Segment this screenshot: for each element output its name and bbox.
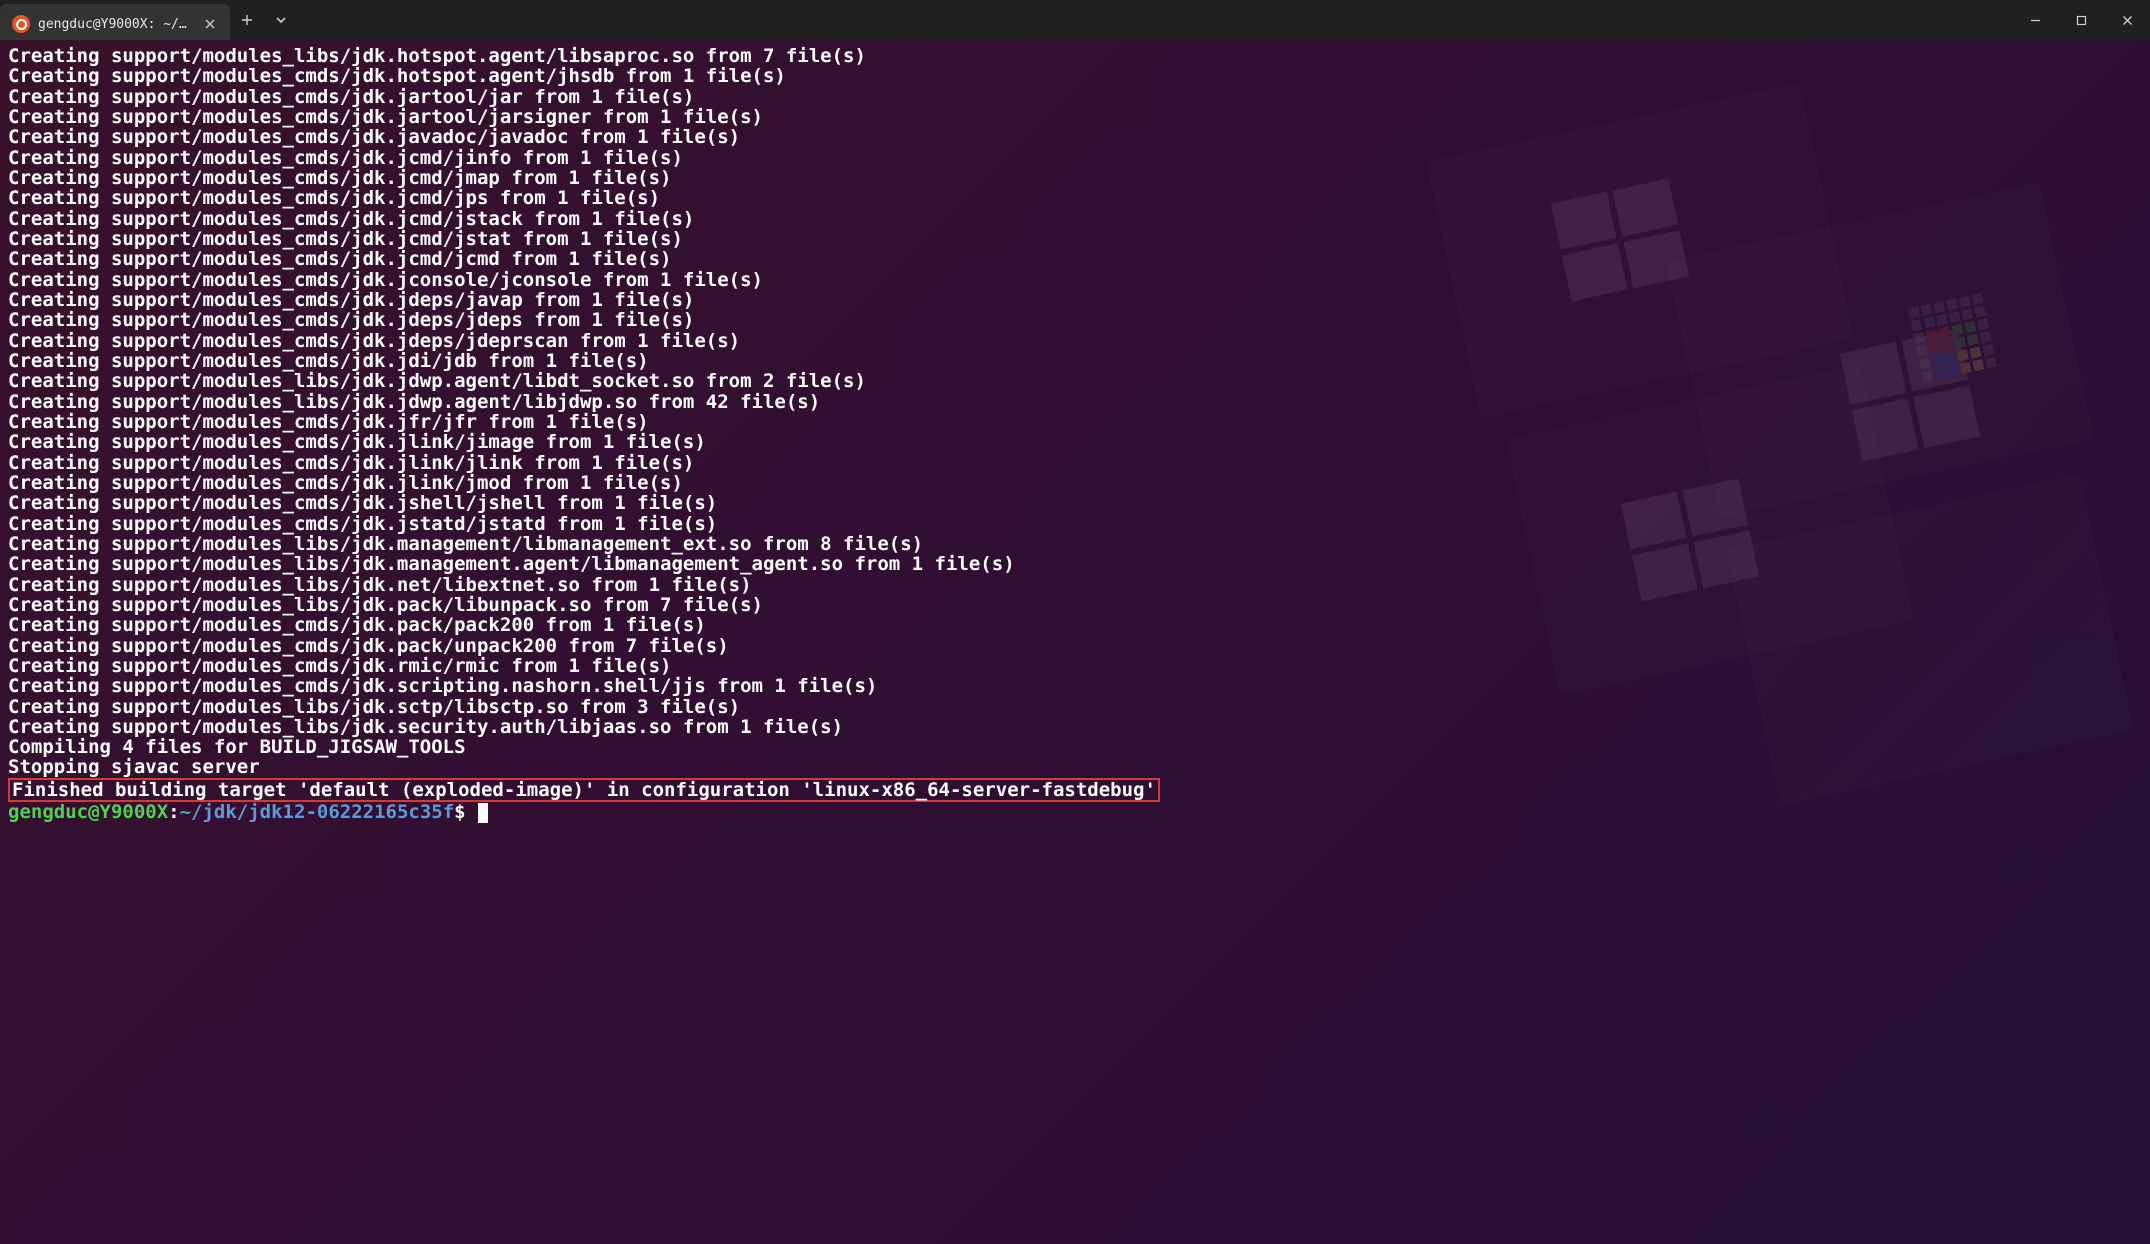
terminal-line: Creating support/modules_libs/jdk.sctp/l… xyxy=(8,697,2142,717)
terminal-line: Creating support/modules_cmds/jdk.jlink/… xyxy=(8,473,2142,493)
minimize-button[interactable] xyxy=(2012,0,2058,40)
terminal-line-highlight: Finished building target 'default (explo… xyxy=(8,778,2142,803)
terminal-line: Creating support/modules_libs/jdk.net/li… xyxy=(8,575,2142,595)
terminal-line: Creating support/modules_libs/jdk.securi… xyxy=(8,717,2142,737)
ubuntu-icon xyxy=(12,15,30,33)
terminal-line: Creating support/modules_libs/jdk.manage… xyxy=(8,534,2142,554)
terminal-line: Creating support/modules_cmds/jdk.javado… xyxy=(8,127,2142,147)
terminal-line: Creating support/modules_cmds/jdk.script… xyxy=(8,676,2142,696)
terminal-line: Creating support/modules_cmds/jdk.jdeps/… xyxy=(8,290,2142,310)
tab-title: gengduc@Y9000X: ~/jdk/jdk1 xyxy=(38,17,194,32)
prompt-path: ~/jdk/jdk12-06222165c35f xyxy=(180,801,455,823)
terminal-line: Creating support/modules_cmds/jdk.jcmd/j… xyxy=(8,168,2142,188)
terminal-line: Creating support/modules_libs/jdk.jdwp.a… xyxy=(8,392,2142,412)
terminal-line: Creating support/modules_cmds/jdk.rmic/r… xyxy=(8,656,2142,676)
terminal-line: Creating support/modules_libs/jdk.hotspo… xyxy=(8,46,2142,66)
terminal-output: Creating support/modules_libs/jdk.hotspo… xyxy=(8,46,2142,823)
terminal-line: Creating support/modules_libs/jdk.manage… xyxy=(8,554,2142,574)
tab-active[interactable]: gengduc@Y9000X: ~/jdk/jdk1 xyxy=(0,4,230,44)
terminal-line: Creating support/modules_cmds/jdk.pack/u… xyxy=(8,636,2142,656)
terminal-line: Creating support/modules_cmds/jdk.hotspo… xyxy=(8,66,2142,86)
terminal-line: Creating support/modules_libs/jdk.pack/l… xyxy=(8,595,2142,615)
terminal-line: Stopping sjavac server xyxy=(8,757,2142,777)
terminal-viewport[interactable]: Creating support/modules_libs/jdk.hotspo… xyxy=(0,40,2150,1244)
prompt-user-host: gengduc@Y9000X xyxy=(8,801,168,823)
titlebar: gengduc@Y9000X: ~/jdk/jdk1 xyxy=(0,0,2150,40)
terminal-line: Compiling 4 files for BUILD_JIGSAW_TOOLS xyxy=(8,737,2142,757)
terminal-line: Creating support/modules_cmds/jdk.jcmd/j… xyxy=(8,249,2142,269)
tab-strip: gengduc@Y9000X: ~/jdk/jdk1 xyxy=(0,0,298,40)
terminal-cursor xyxy=(478,803,488,823)
terminal-window: gengduc@Y9000X: ~/jdk/jdk1 xyxy=(0,0,2150,1244)
close-window-button[interactable] xyxy=(2104,0,2150,40)
terminal-line: Creating support/modules_cmds/jdk.jfr/jf… xyxy=(8,412,2142,432)
terminal-line: Creating support/modules_cmds/jdk.jdi/jd… xyxy=(8,351,2142,371)
terminal-line: Creating support/modules_cmds/jdk.jlink/… xyxy=(8,432,2142,452)
terminal-prompt: gengduc@Y9000X:~/jdk/jdk12-06222165c35f$ xyxy=(8,802,2142,823)
terminal-line: Creating support/modules_cmds/jdk.jstatd… xyxy=(8,514,2142,534)
terminal-line: Creating support/modules_cmds/jdk.jcmd/j… xyxy=(8,229,2142,249)
terminal-line: Creating support/modules_cmds/jdk.jconso… xyxy=(8,270,2142,290)
terminal-line: Creating support/modules_cmds/jdk.jartoo… xyxy=(8,87,2142,107)
close-tab-button[interactable] xyxy=(202,16,218,32)
maximize-button[interactable] xyxy=(2058,0,2104,40)
terminal-line: Creating support/modules_cmds/jdk.jcmd/j… xyxy=(8,148,2142,168)
terminal-line: Creating support/modules_cmds/jdk.jdeps/… xyxy=(8,331,2142,351)
terminal-line: Creating support/modules_cmds/jdk.jcmd/j… xyxy=(8,209,2142,229)
terminal-line: Creating support/modules_cmds/jdk.jcmd/j… xyxy=(8,188,2142,208)
terminal-line: Creating support/modules_cmds/jdk.jartoo… xyxy=(8,107,2142,127)
terminal-line: Creating support/modules_cmds/jdk.jdeps/… xyxy=(8,310,2142,330)
terminal-line: Creating support/modules_cmds/jdk.pack/p… xyxy=(8,615,2142,635)
window-controls xyxy=(2012,0,2150,40)
terminal-line: Creating support/modules_libs/jdk.jdwp.a… xyxy=(8,371,2142,391)
terminal-line: Creating support/modules_cmds/jdk.jshell… xyxy=(8,493,2142,513)
new-tab-button[interactable] xyxy=(230,0,264,40)
terminal-line: Creating support/modules_cmds/jdk.jlink/… xyxy=(8,453,2142,473)
tab-dropdown-button[interactable] xyxy=(264,0,298,40)
